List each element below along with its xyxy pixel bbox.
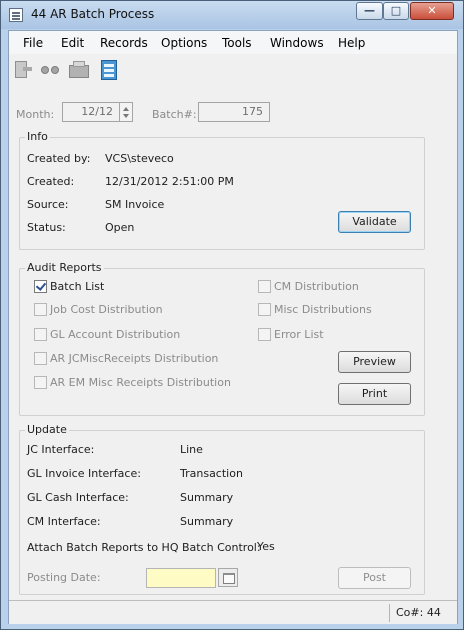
menu-edit[interactable]: Edit: [61, 36, 84, 50]
close-button[interactable]: ✕: [410, 2, 454, 20]
cm-distribution-checkbox[interactable]: [258, 280, 271, 293]
cm-interface-value: Summary: [180, 515, 234, 528]
menu-tools[interactable]: Tools: [222, 36, 252, 50]
print-button[interactable]: Print: [338, 383, 411, 405]
error-list-label: Error List: [274, 328, 324, 341]
gl-account-distribution-checkbox[interactable]: [34, 328, 47, 341]
gl-invoice-interface-label: GL Invoice Interface:: [27, 467, 141, 480]
minimize-button[interactable]: —: [356, 2, 383, 20]
title-bar[interactable]: 44 AR Batch Process — □ ✕: [1, 1, 463, 29]
document-icon[interactable]: [11, 58, 35, 82]
created-label: Created:: [27, 175, 75, 188]
audit-reports-title: Audit Reports: [25, 261, 104, 274]
created-value: 12/31/2012 2:51:00 PM: [105, 175, 234, 188]
batch-list-label: Batch List: [50, 280, 105, 293]
batch-label: Batch#:: [152, 108, 197, 121]
jc-interface-value: Line: [180, 443, 203, 456]
menu-file[interactable]: File: [23, 36, 43, 50]
spinner-down-icon[interactable]: [123, 114, 129, 118]
misc-distributions-checkbox[interactable]: [258, 303, 271, 316]
client-area: File Edit Records Options Tools Windows …: [8, 30, 458, 624]
spinner-up-icon[interactable]: [123, 107, 129, 111]
preview-button[interactable]: Preview: [338, 351, 411, 373]
cm-interface-label: CM Interface:: [27, 515, 101, 528]
job-cost-distribution-label: Job Cost Distribution: [50, 303, 163, 316]
created-by-value: VCS\steveco: [105, 152, 174, 165]
gl-account-distribution-label: GL Account Distribution: [50, 328, 181, 341]
menu-records[interactable]: Records: [100, 36, 148, 50]
menu-help[interactable]: Help: [338, 36, 365, 50]
app-icon: [9, 8, 23, 22]
ar-em-misc-receipts-label: AR EM Misc Receipts Distribution: [50, 376, 231, 389]
calculator-icon[interactable]: [97, 58, 121, 82]
menu-bar: File Edit Records Options Tools Windows …: [9, 31, 457, 54]
source-label: Source:: [27, 198, 69, 211]
ar-jc-misc-receipts-label: AR JCMiscReceipts Distribution: [50, 352, 219, 365]
ar-jc-misc-receipts-checkbox[interactable]: [34, 352, 47, 365]
gl-cash-interface-label: GL Cash Interface:: [27, 491, 129, 504]
gl-cash-interface-value: Summary: [180, 491, 234, 504]
created-by-label: Created by:: [27, 152, 91, 165]
month-spinner[interactable]: [119, 102, 133, 122]
window-title: 44 AR Batch Process: [31, 7, 155, 21]
menu-windows[interactable]: Windows: [270, 36, 324, 50]
gl-invoice-interface-value: Transaction: [180, 467, 243, 480]
posting-date-field[interactable]: [146, 568, 216, 588]
company-number: Co#: 44: [389, 604, 447, 622]
attach-batch-reports-value: Yes: [257, 540, 275, 553]
error-list-checkbox[interactable]: [258, 328, 271, 341]
info-group-title: Info: [25, 130, 50, 143]
attach-batch-reports-label: Attach Batch Reports to HQ Batch Control…: [27, 541, 261, 554]
post-button[interactable]: Post: [338, 567, 411, 589]
job-cost-distribution-checkbox[interactable]: [34, 303, 47, 316]
status-value: Open: [105, 221, 135, 234]
month-field[interactable]: 12/12: [62, 102, 120, 122]
printer-icon[interactable]: [67, 58, 91, 82]
status-bar: Co#: 44: [9, 600, 457, 624]
ar-batch-process-window: 44 AR Batch Process — □ ✕ File Edit Reco…: [0, 0, 464, 630]
misc-distributions-label: Misc Distributions: [274, 303, 372, 316]
menu-options[interactable]: Options: [161, 36, 207, 50]
batch-list-checkbox[interactable]: [34, 280, 47, 293]
month-label: Month:: [16, 108, 55, 121]
batch-number-field[interactable]: 175: [198, 102, 270, 122]
update-group-title: Update: [25, 423, 69, 436]
toolbar: [9, 55, 457, 85]
jc-interface-label: JC Interface:: [27, 443, 95, 456]
calendar-icon[interactable]: [218, 568, 238, 587]
source-value: SM Invoice: [105, 198, 165, 211]
posting-date-label: Posting Date:: [27, 571, 101, 584]
validate-button[interactable]: Validate: [338, 211, 411, 233]
cm-distribution-label: CM Distribution: [274, 280, 359, 293]
maximize-button[interactable]: □: [383, 2, 409, 20]
status-label: Status:: [27, 221, 66, 234]
binoculars-icon[interactable]: [39, 58, 63, 82]
ar-em-misc-receipts-checkbox[interactable]: [34, 376, 47, 389]
